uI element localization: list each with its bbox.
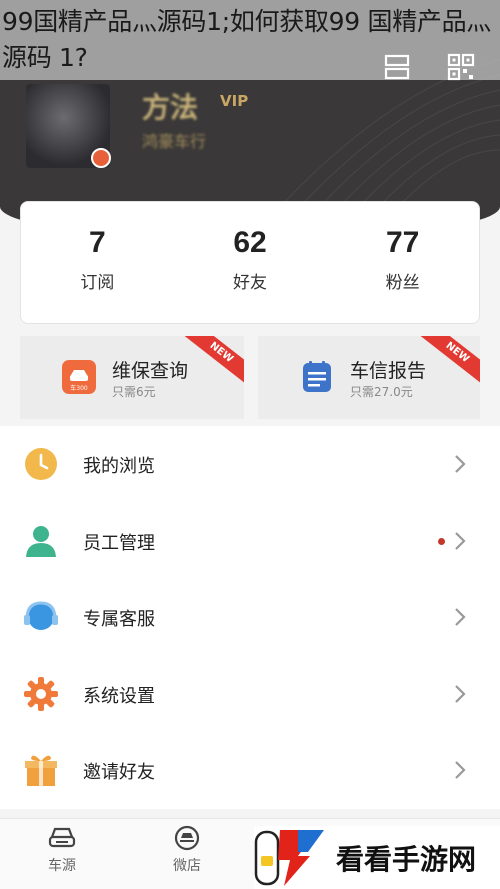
menu-item-system-settings[interactable]: 系统设置 [0,656,500,733]
tab-car-source[interactable]: 车源 [32,825,92,875]
notification-dot [438,537,445,545]
menu-label: 专属客服 [83,609,155,630]
overlay-caption: 99国精产品灬源码1;如何获取99 国精产品灬 源码 1? [0,0,500,80]
car-icon [48,827,76,848]
stat-label: 粉丝 [385,273,420,293]
stat-subscriptions[interactable]: 7 订阅 [21,202,174,323]
menu-item-browsing-history[interactable]: 我的浏览 [0,426,500,503]
feature-price: 只需6元 [112,385,156,399]
chevron-right-icon [455,455,466,473]
headset-icon [24,601,58,630]
menu-label: 我的浏览 [83,456,155,477]
tab-label: 微店 [173,858,201,874]
menu-label: 系统设置 [83,685,155,707]
stat-friends[interactable]: 62 好友 [174,202,327,323]
menu-item-invite-friends[interactable]: 邀请好友 [0,732,500,809]
calendar-report-icon [303,361,331,392]
chevron-right-icon [455,761,466,779]
user-name: 方法 [142,91,199,124]
vehicle-report-card[interactable]: 车信报告 只需27.0元 NEW [258,336,480,419]
avatar-badge-icon [91,148,111,168]
menu-item-customer-service[interactable]: 专属客服 [0,579,500,656]
car300-logo-text: 车300 [70,384,88,392]
stats-card: 7 订阅 62 好友 77 粉丝 [20,201,480,324]
stat-label: 好友 [233,273,267,293]
gear-icon [24,676,58,711]
feature-price: 只需27.0元 [350,385,413,399]
maintenance-query-card[interactable]: 车300 维保查询 只需6元 NEW [20,336,244,419]
tab-label: 车源 [48,858,76,874]
stat-followers[interactable]: 77 粉丝 [326,202,479,323]
menu-item-staff-management[interactable]: 员工管理 [0,503,500,580]
stat-value: 77 [385,226,420,259]
vip-badge: VIP [220,92,249,110]
watermark: 看看手游网 [254,826,500,889]
chevron-right-icon [455,608,466,626]
car-check-icon: 车300 [62,360,96,394]
watermark-text: 看看手游网 [336,843,477,876]
gift-icon [25,755,57,786]
chevron-right-icon [455,531,466,550]
chevron-right-icon [455,684,466,703]
person-icon [26,525,56,557]
tab-micro-store[interactable]: 微店 [157,825,217,875]
feature-title: 维保查询 [112,360,189,382]
stat-value: 62 [233,226,267,259]
user-company: 鸿豪车行 [142,132,207,151]
clock-icon [25,448,57,480]
stat-label: 订阅 [80,273,115,293]
new-ribbon: NEW [179,336,244,388]
switch-view-icon[interactable] [383,53,411,81]
watermark-logo-icon [254,830,324,886]
stat-value: 7 [88,226,106,259]
store-icon [174,825,200,851]
caption-line-2: 源码 1? [2,43,88,72]
menu-label: 员工管理 [83,532,155,554]
feature-title: 车信报告 [350,360,427,382]
qr-code-icon[interactable] [447,53,475,81]
settings-menu: 我的浏览 员工管理 专属客服 系统设置 邀请好友 [0,426,500,809]
menu-label: 邀请好友 [83,762,155,783]
caption-line-1: 99国精产品灬源码1;如何获取99 国精产品灬 [2,7,492,36]
